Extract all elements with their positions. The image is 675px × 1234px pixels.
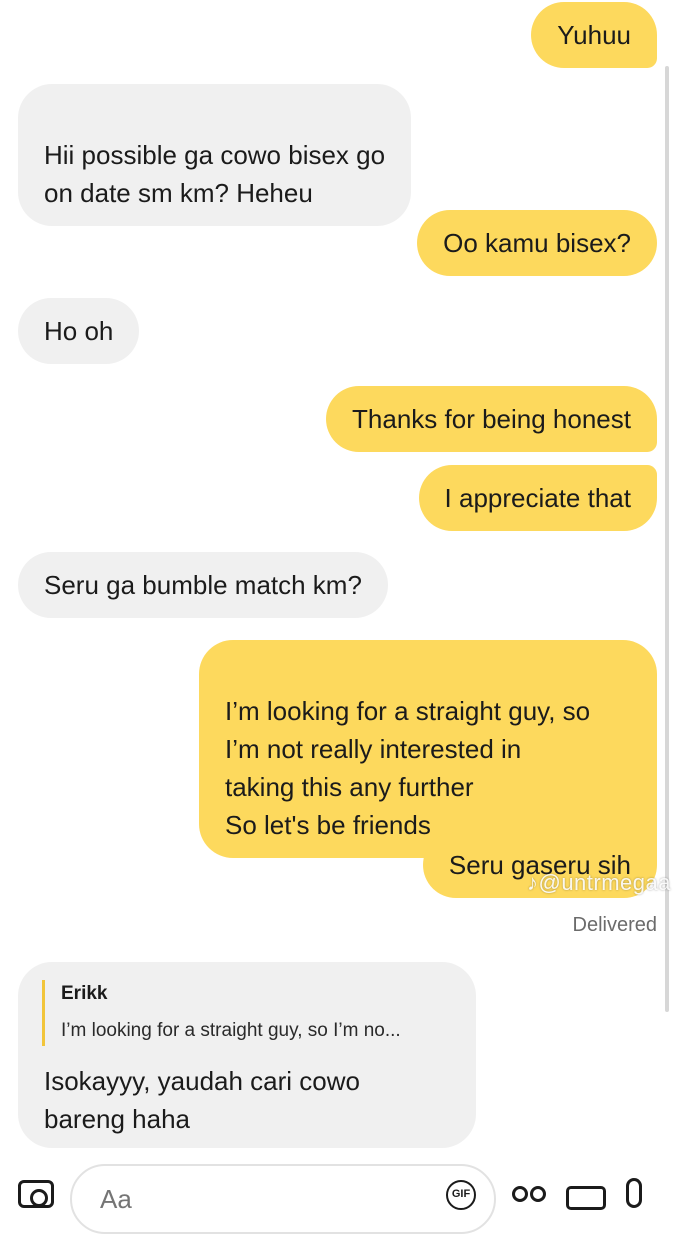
watermark: ♪@untrmegaa bbox=[526, 870, 671, 895]
delivered-status: Delivered bbox=[572, 914, 657, 936]
video-icon[interactable] bbox=[566, 1186, 606, 1210]
message-bubble-incoming[interactable]: Seru ga bumble match km? bbox=[18, 552, 388, 618]
quoted-sender-name: Erikk bbox=[61, 983, 108, 1004]
quoted-message-snippet: I’m looking for a straight guy, so I’m n… bbox=[61, 1020, 401, 1041]
message-text: Ho oh bbox=[44, 316, 114, 346]
message-text: Yuhuu bbox=[557, 20, 631, 50]
message-text: Oo kamu bisex? bbox=[443, 228, 631, 258]
emoji-icon[interactable] bbox=[512, 1186, 552, 1206]
message-bubble-outgoing[interactable]: I appreciate that bbox=[418, 465, 657, 531]
gif-icon[interactable]: GIF bbox=[446, 1180, 476, 1210]
camera-icon[interactable] bbox=[18, 1180, 54, 1208]
message-text: I’m looking for a straight guy, so I’m n… bbox=[225, 696, 591, 840]
message-text: Seru ga bumble match km? bbox=[44, 570, 362, 600]
message-bubble-outgoing[interactable]: Yuhuu bbox=[531, 2, 657, 68]
message-composer: GIF bbox=[0, 1150, 675, 1234]
message-text: Hii possible ga cowo bisex go on date sm… bbox=[44, 140, 386, 208]
message-input[interactable] bbox=[70, 1164, 496, 1234]
message-bubble-incoming[interactable]: Ho oh bbox=[18, 298, 140, 364]
message-bubble-outgoing[interactable]: I’m looking for a straight guy, so I’m n… bbox=[199, 640, 657, 858]
message-text: I appreciate that bbox=[444, 483, 631, 513]
message-bubble-outgoing[interactable]: Thanks for being honest bbox=[326, 386, 657, 452]
message-text: Isokayyy, yaudah cari cowo bareng haha bbox=[44, 1066, 360, 1134]
message-bubble-outgoing[interactable]: Oo kamu bisex? bbox=[417, 210, 657, 276]
message-bubble-incoming[interactable]: Hii possible ga cowo bisex go on date sm… bbox=[18, 84, 412, 226]
message-text: Thanks for being honest bbox=[352, 404, 631, 434]
reply-message-bubble[interactable]: Erikk I’m looking for a straight guy, so… bbox=[18, 962, 476, 1148]
quoted-message[interactable]: Erikk I’m looking for a straight guy, so… bbox=[42, 980, 456, 1046]
mic-icon[interactable] bbox=[626, 1178, 642, 1208]
